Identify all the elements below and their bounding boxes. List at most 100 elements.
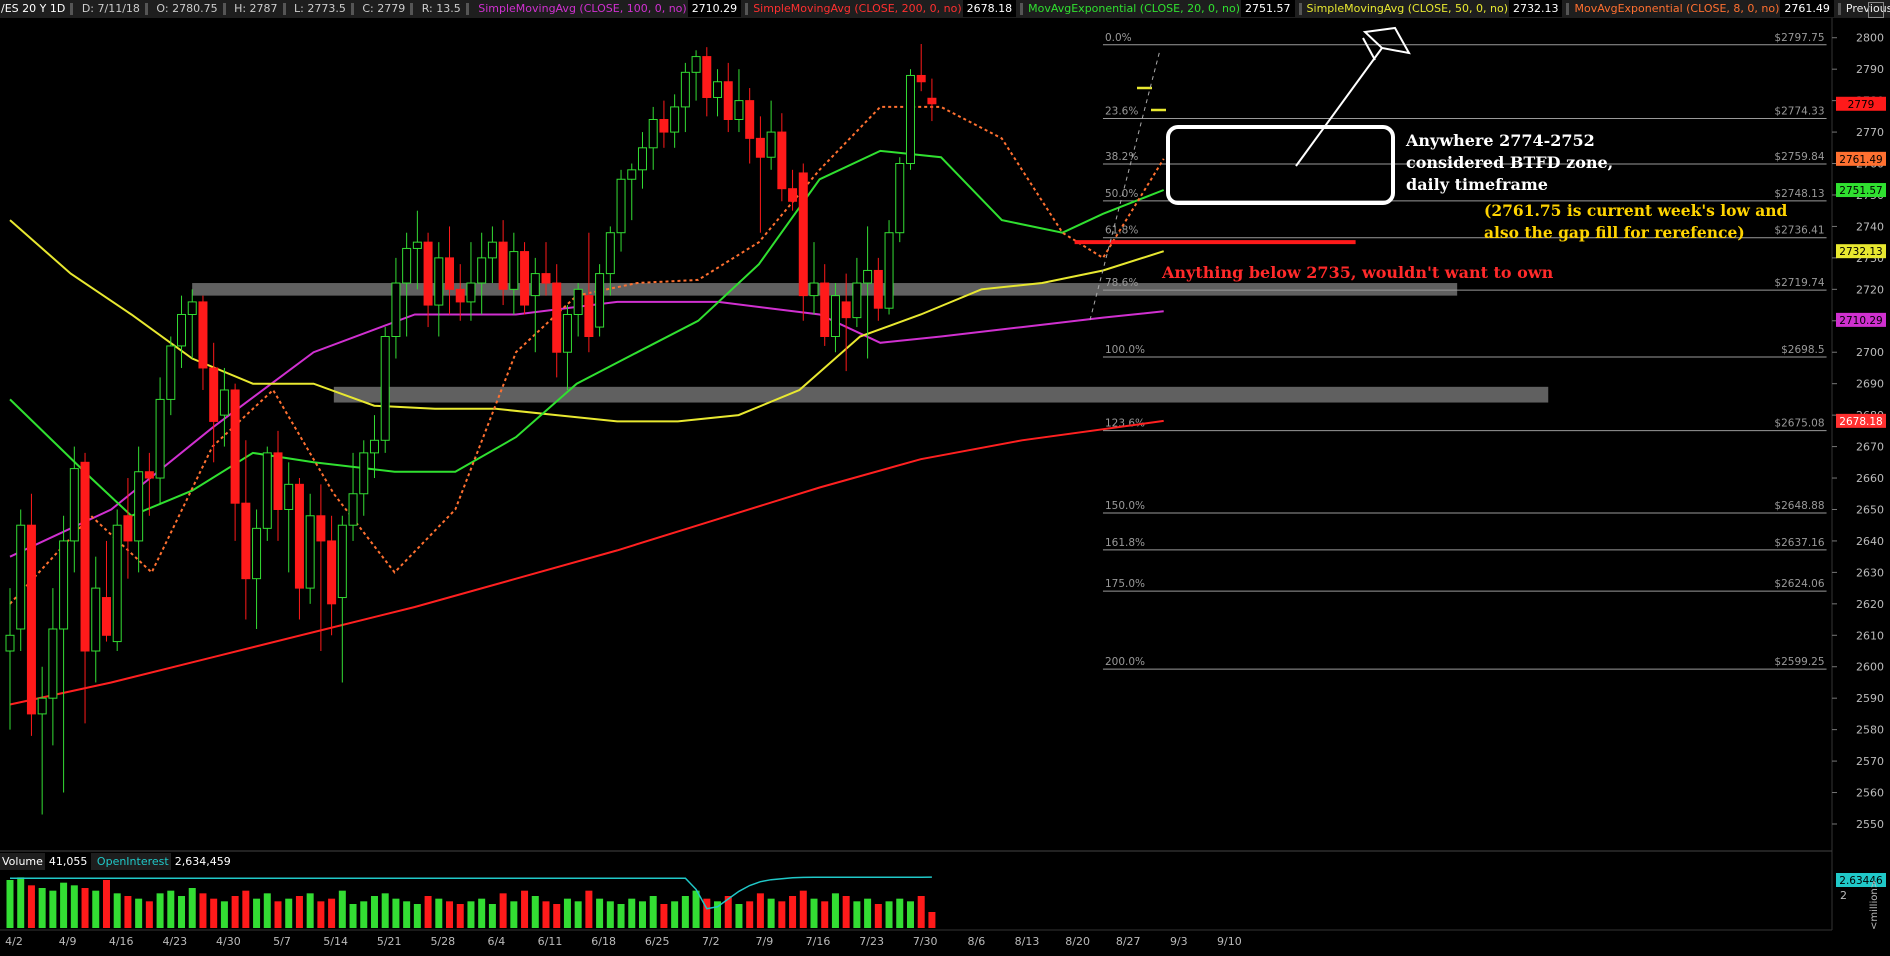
candle-body [391,282,401,338]
date-tick-label: 8/27 [1116,935,1141,948]
volume-bar [306,893,314,928]
volume-bar [499,893,507,928]
date-tick-label: 7/9 [756,935,774,948]
price-tick-label: 2610 [1856,629,1884,642]
candle-body [680,71,690,108]
candle-body [91,587,101,652]
price-tick-label: 2770 [1856,126,1884,139]
candle-body [177,313,187,347]
candle-body [144,471,154,479]
candle-body [562,313,572,353]
volume-label: Volume [2,855,43,868]
fib-percent-label: 50.0% [1105,188,1138,200]
candle-body [745,100,755,139]
price-tick-label: 2740 [1856,220,1884,233]
volume-bar [231,896,239,928]
volume-bar [842,896,850,928]
candle-body [273,452,283,510]
date-tick-label: 7/30 [913,935,938,948]
fib-price-label: $2675.08 [1774,418,1824,430]
fib-percent-label: 100.0% [1105,344,1145,356]
candle-body [187,301,197,315]
candle-body [637,147,647,171]
volume-bar [574,901,582,928]
candle-body [530,273,540,297]
candle-body [916,74,926,83]
candle-body [809,282,819,297]
volume-bar [274,901,282,928]
volume-bar [906,901,914,928]
candle-body [455,288,465,303]
volume-bar [446,901,454,928]
volume-bar [521,890,529,928]
price-tick-label: 2720 [1856,283,1884,296]
price-tick-label: 2700 [1856,346,1884,359]
volume-bar [199,893,207,928]
candle-body [884,232,894,309]
candle-body [5,634,15,652]
candle-body [219,389,229,416]
date-tick-label: 7/16 [806,935,831,948]
date-tick-label: 4/9 [59,935,77,948]
candle-body [777,131,787,190]
volume-bar [585,890,593,928]
volume-bar [478,898,486,928]
candle-body [552,282,562,353]
candle-body [262,452,272,529]
candle-body [348,493,358,526]
price-tick-label: 2590 [1856,692,1884,705]
volume-bar [392,898,400,928]
volume-bar [767,898,775,928]
fib-price-label: $2624.06 [1774,578,1824,590]
date-tick-label: 8/13 [1015,935,1040,948]
fib-percent-label: 61.8% [1105,225,1138,237]
candle-body [241,502,251,580]
volume-bar [102,880,110,928]
candle-body [648,118,658,149]
volume-bar [735,904,743,928]
price-tick-label: 2620 [1856,598,1884,611]
fib-percent-label: 0.0% [1105,32,1132,44]
volume-bar [403,901,411,928]
volume-bar [360,901,368,928]
volume-bar [145,901,153,928]
candle-body [327,540,337,605]
volume-bar [381,893,389,928]
price-tick-label: 2660 [1856,472,1884,485]
fib-price-label: $2719.74 [1774,277,1824,289]
fib-percent-label: 23.6% [1105,105,1138,117]
date-tick-label: 8/20 [1065,935,1090,948]
date-tick-label: 5/7 [273,935,291,948]
fib-price-label: $2748.13 [1774,188,1824,200]
candle-body [305,515,315,589]
volume-bar [681,896,689,928]
candle-body [423,241,433,306]
fib-price-label: $2759.84 [1774,151,1824,163]
price-tick-label: 2570 [1856,755,1884,768]
volume-bar [563,898,571,928]
volume-bar [896,898,904,928]
fib-percent-label: 161.8% [1105,537,1145,549]
volume-bar [253,898,261,928]
price-tick-label: 2790 [1856,63,1884,76]
volume-bar [242,890,250,928]
volume-bar [317,901,325,928]
candle-body [723,81,733,120]
volume-bar [113,893,121,928]
date-tick-label: 7/2 [702,935,720,948]
arrow-stroke [1362,37,1376,61]
candle-body [101,597,111,636]
date-tick-label: 6/11 [538,935,563,948]
volume-bar [810,898,818,928]
candle-body [616,178,626,234]
candle-body [541,273,551,284]
annotation-line: also the gap fill for rerefence) [1484,223,1745,242]
candle-body [584,295,594,338]
candle-body [80,461,90,652]
volume-bar [178,896,186,928]
fib-percent-label: 78.6% [1105,277,1138,289]
volume-bar [413,904,421,928]
volume-bar [606,901,614,928]
volume-bar [821,901,829,928]
volume-bar [928,912,936,928]
